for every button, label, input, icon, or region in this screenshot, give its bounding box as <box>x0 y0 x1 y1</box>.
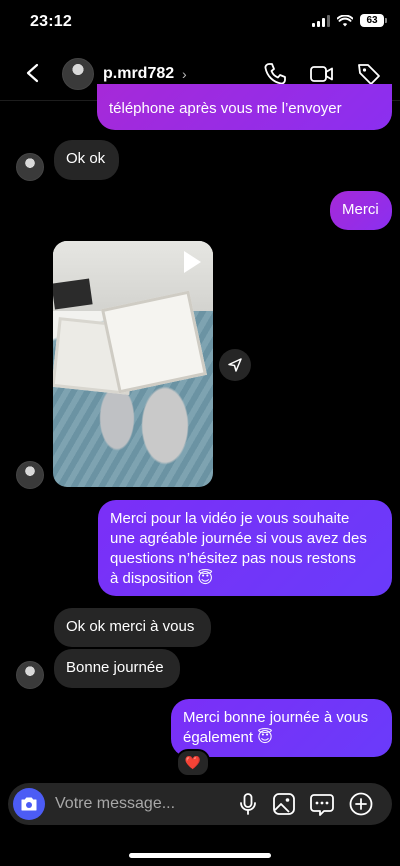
wifi-icon <box>337 14 353 26</box>
message-text-line: une agréable journée si vous avez des <box>110 530 367 547</box>
video-frame-laptop <box>53 278 93 310</box>
message-text-line: également 😇 <box>183 729 273 746</box>
status-time: 23:12 <box>30 13 72 30</box>
message-text: Ok ok <box>66 150 106 167</box>
message-text-line: à disposition 😇 <box>110 570 214 587</box>
message-incoming[interactable]: Ok ok merci à vous <box>54 608 211 647</box>
message-outgoing[interactable]: téléphone après vous me l’envoyer <box>97 84 392 130</box>
message-text: téléphone après vous me l’envoyer <box>109 100 342 117</box>
share-button[interactable] <box>219 349 251 381</box>
message-outgoing[interactable]: Merci bonne journée à vous également 😇 <box>171 699 392 757</box>
camera-button[interactable] <box>13 788 45 820</box>
avatar[interactable] <box>16 153 44 181</box>
avatar[interactable] <box>16 461 44 489</box>
contact-username[interactable]: p.mrd782 <box>103 65 174 83</box>
message-outgoing[interactable]: Merci <box>330 191 392 230</box>
chevron-right-icon[interactable]: › <box>182 66 187 82</box>
back-arrow-icon[interactable] <box>22 62 44 84</box>
message-text: Ok ok merci à vous <box>66 618 195 635</box>
avatar[interactable] <box>62 58 94 90</box>
microphone-icon[interactable] <box>235 791 261 817</box>
send-icon <box>228 358 242 372</box>
camera-icon <box>21 797 37 811</box>
battery-icon: 63 <box>360 14 387 27</box>
video-frame-box <box>101 290 207 394</box>
sticker-icon[interactable] <box>309 791 335 817</box>
video-attachment[interactable] <box>53 241 213 487</box>
message-text-line: questions n’hésitez pas nous restons <box>110 550 356 567</box>
message-text: Bonne journée <box>66 659 164 676</box>
gallery-icon[interactable] <box>271 791 297 817</box>
message-text-line: Merci bonne journée à vous <box>183 709 369 726</box>
message-text: Merci <box>342 201 379 218</box>
signal-icon <box>312 14 330 27</box>
avatar[interactable] <box>16 661 44 689</box>
add-icon[interactable] <box>348 791 374 817</box>
heart-reaction[interactable]: ❤️ <box>176 749 210 777</box>
play-icon[interactable] <box>184 251 201 273</box>
status-icons: 63 <box>312 14 387 27</box>
message-text-line: Merci pour la vidéo je vous souhaite <box>110 510 350 527</box>
message-input[interactable]: Votre message... <box>55 795 175 813</box>
message-incoming[interactable]: Bonne journée <box>54 649 180 688</box>
message-outgoing[interactable]: Merci pour la vidéo je vous souhaite une… <box>98 500 392 596</box>
message-incoming[interactable]: Ok ok <box>54 140 119 180</box>
home-indicator <box>129 853 271 858</box>
